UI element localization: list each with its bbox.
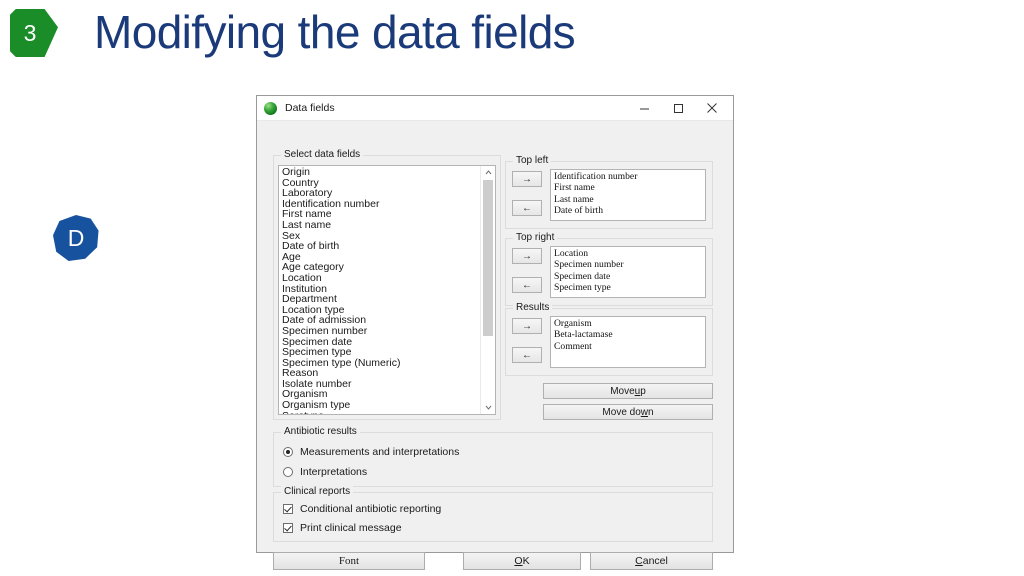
radio-label: Interpretations [300,466,368,478]
cancel-button[interactable]: Cancel [590,552,713,570]
clinical-reports-label: Clinical reports [281,486,354,497]
top-left-listbox[interactable]: Identification number First name Last na… [550,169,706,221]
scroll-up-icon[interactable] [481,166,495,179]
scrollbar-thumb[interactable] [483,180,493,336]
radio-icon-unselected [283,467,293,477]
move-down-prefix: Move do [602,406,641,418]
results-add-button[interactable]: → [512,318,542,334]
move-up-suffix: p [640,385,646,397]
antibiotic-results-group: Antibiotic results Measurements and inte… [273,426,713,487]
list-item[interactable]: Organism [554,318,705,329]
chevron-up-icon [485,170,491,175]
checkbox-icon-checked [283,523,293,533]
top-right-label: Top right [513,232,558,243]
move-down-suffix: n [648,406,654,418]
minimize-button[interactable] [627,96,661,120]
list-item[interactable]: First name [554,182,705,193]
top-right-add-button[interactable]: → [512,248,542,264]
top-left-label: Top left [513,155,552,166]
maximize-button[interactable] [661,96,695,120]
move-down-button[interactable]: Move do w n [543,404,713,420]
font-button[interactable]: Font [273,552,425,570]
ok-accelerator: O [514,555,523,567]
letter-marker-label: D [67,224,85,251]
top-left-add-button[interactable]: → [512,171,542,187]
cancel-rest: ancel [642,555,668,567]
top-right-listbox[interactable]: Location Specimen number Specimen date S… [550,246,706,298]
maximize-icon [673,103,683,113]
move-down-accelerator: w [640,406,649,418]
close-button[interactable] [695,96,729,120]
list-item[interactable]: Identification number [554,171,705,182]
ok-button[interactable]: OK [463,552,581,570]
list-item[interactable]: Specimen number [282,326,480,337]
top-left-remove-button[interactable]: ← [512,200,542,216]
list-item[interactable]: Specimen type [554,282,705,293]
antibiotic-results-label: Antibiotic results [281,426,360,437]
radio-interpretations[interactable]: Interpretations [283,466,367,478]
list-item[interactable]: Date of birth [554,205,705,216]
top-right-remove-button[interactable]: ← [512,277,542,293]
list-item[interactable]: Specimen date [554,271,705,282]
top-right-group: Top right → ← Location Specimen number S… [505,232,713,306]
list-item[interactable]: Comment [554,341,705,352]
checkbox-icon-checked [283,504,293,514]
checkbox-label: Print clinical message [300,522,402,534]
move-up-prefix: Move [610,385,635,397]
close-icon [707,103,717,113]
data-fields-dialog: Data fields Select data fields Origin Co… [256,95,734,570]
dialog-title: Data fields [285,102,335,114]
select-data-fields-listbox[interactable]: Origin Country Laboratory Identification… [278,165,496,415]
list-item[interactable]: Location [282,273,480,284]
list-item[interactable]: Beta-lactamase [554,329,705,340]
slide-header: 3 Modifying the data fields [0,0,1024,80]
dialog-titlebar[interactable]: Data fields [257,96,733,121]
minimize-icon [639,108,649,109]
results-listbox[interactable]: Organism Beta-lactamase Comment [550,316,706,368]
list-item[interactable]: Specimen number [554,259,705,270]
page-title: Modifying the data fields [94,6,576,58]
list-item[interactable]: Date of birth [282,241,480,252]
list-item[interactable]: Serotype [282,411,480,414]
checkbox-print-clinical-message[interactable]: Print clinical message [283,522,402,534]
chevron-down-icon [485,405,491,410]
checkbox-conditional-antibiotic-reporting[interactable]: Conditional antibiotic reporting [283,503,441,515]
list-item[interactable]: Origin [282,167,480,178]
cancel-accelerator: C [635,555,643,567]
ok-rest: K [522,555,530,567]
select-data-fields-list[interactable]: Origin Country Laboratory Identification… [279,166,480,414]
dialog-body: Select data fields Origin Country Labora… [257,121,733,570]
radio-measurements-and-interpretations[interactable]: Measurements and interpretations [283,446,459,458]
top-left-group: Top left → ← Identification number First… [505,155,713,229]
results-group: Results → ← Organism Beta-lactamase Comm… [505,302,713,376]
list-item[interactable]: Last name [554,194,705,205]
results-label: Results [513,302,553,313]
list-scrollbar[interactable] [480,166,495,414]
scroll-down-icon[interactable] [481,401,495,414]
select-data-fields-group: Select data fields Origin Country Labora… [273,149,501,420]
move-up-button[interactable]: Move up [543,383,713,399]
list-item[interactable]: Last name [282,220,480,231]
clinical-reports-group: Clinical reports Conditional antibiotic … [273,486,713,542]
radio-label: Measurements and interpretations [300,446,460,458]
select-data-fields-label: Select data fields [281,149,364,160]
letter-marker: D [53,215,99,261]
checkbox-label: Conditional antibiotic reporting [300,503,442,515]
results-remove-button[interactable]: ← [512,347,542,363]
radio-icon-selected [283,447,293,457]
list-item[interactable]: Location [554,248,705,259]
step-number-label: 3 [23,19,37,46]
step-number-badge: 3 [10,9,58,57]
globe-icon [264,101,277,115]
